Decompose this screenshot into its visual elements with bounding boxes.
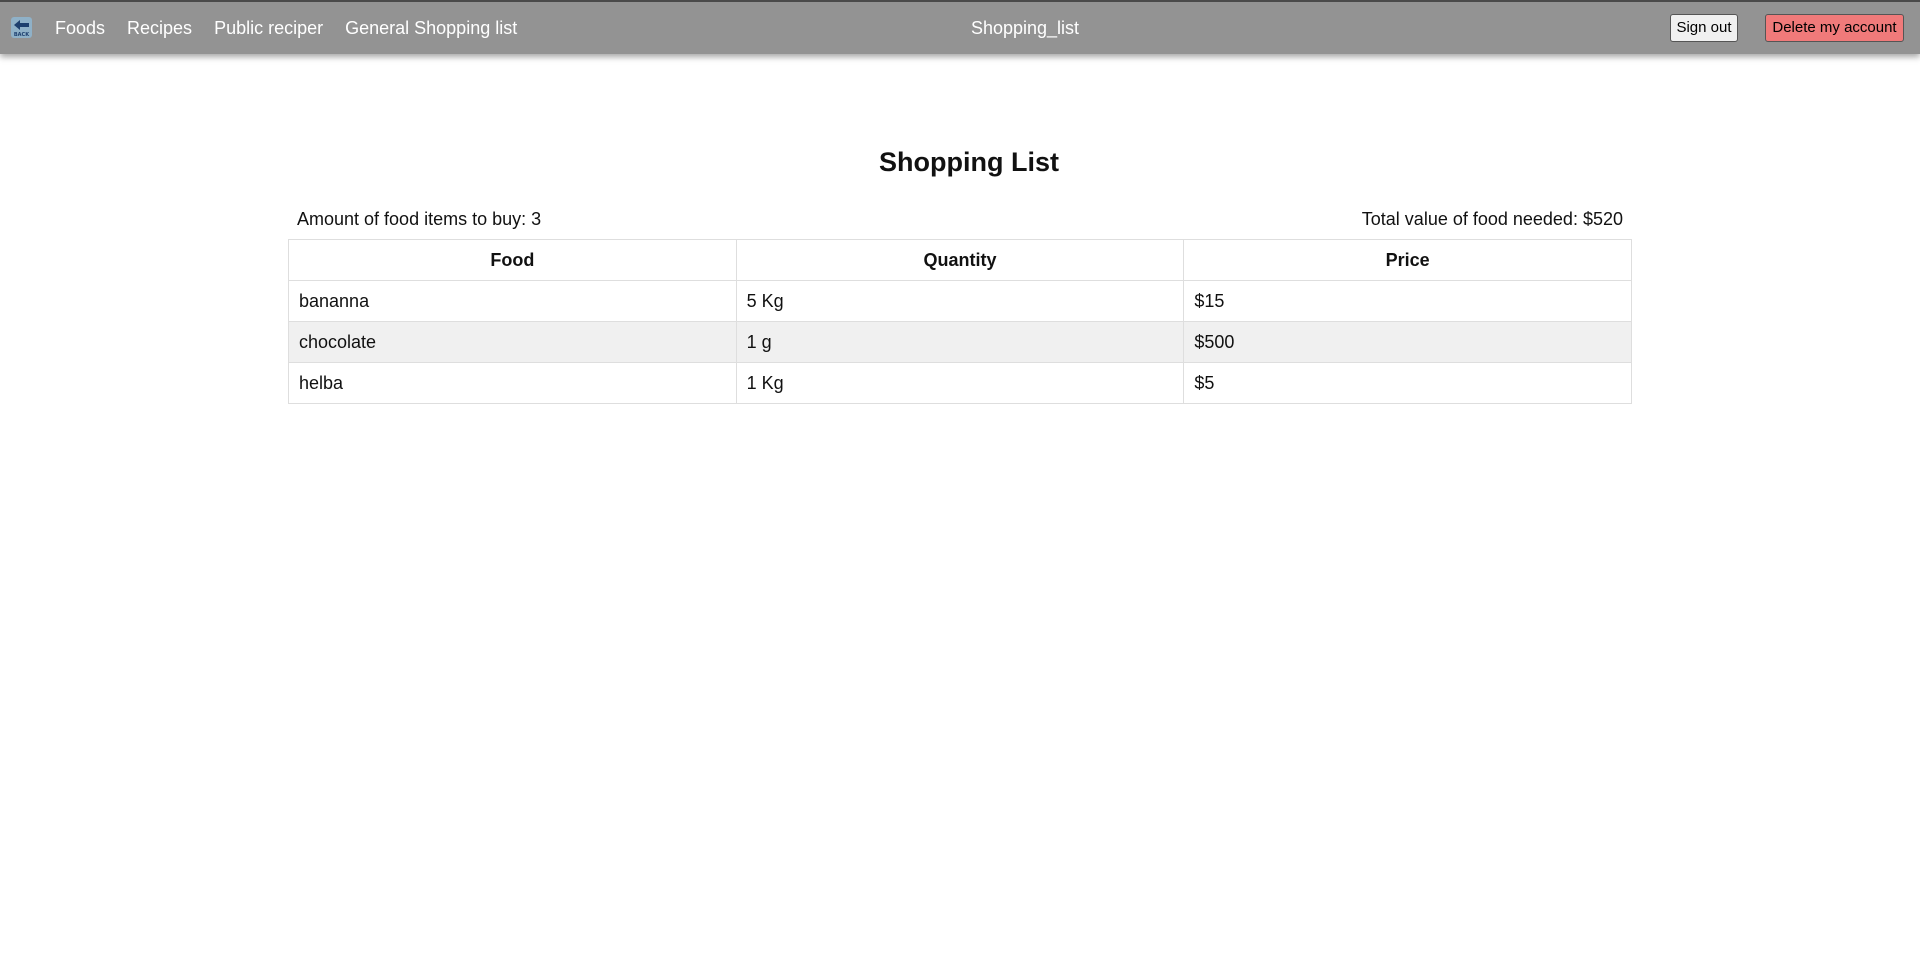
food-cell: bananna <box>288 280 737 322</box>
quantity-cell: 1 g <box>735 321 1185 363</box>
table-row: chocolate 1 g $500 <box>288 321 1632 363</box>
total-value-text: Total value of food needed: $520 <box>1361 209 1623 229</box>
column-header-quantity: Quantity <box>735 239 1185 281</box>
back-icon-label: BACK <box>14 32 30 38</box>
quantity-cell: 5 Kg <box>735 280 1185 322</box>
top-navbar: BACK Foods Recipes Public reciper Genera… <box>0 0 1920 54</box>
nav-link-recipes[interactable]: Recipes <box>127 18 192 39</box>
nav-link-public-recipes[interactable]: Public reciper <box>214 18 323 39</box>
food-cell: helba <box>288 362 737 404</box>
column-header-food: Food <box>288 239 737 281</box>
items-count-text: Amount of food items to buy: 3 <box>297 209 542 229</box>
price-cell: $500 <box>1183 321 1632 363</box>
shopping-list-heading: Shopping List <box>879 147 1059 177</box>
nav-link-general-shopping-list[interactable]: General Shopping list <box>345 18 517 39</box>
quantity-cell: 1 Kg <box>735 362 1185 404</box>
delete-account-button[interactable]: Delete my account <box>1765 14 1904 42</box>
shopping-list-table: Food Quantity Price bananna 5 Kg $15 cho… <box>288 239 1632 404</box>
food-cell: chocolate <box>288 321 737 363</box>
summary-row: Amount of food items to buy: 3 Total val… <box>288 209 1632 231</box>
nav-links: Foods Recipes Public reciper General Sho… <box>55 2 539 54</box>
table-row: bananna 5 Kg $15 <box>288 280 1632 322</box>
nav-link-foods[interactable]: Foods <box>55 18 105 39</box>
table-row: helba 1 Kg $5 <box>288 362 1632 404</box>
sign-out-button[interactable]: Sign out <box>1670 14 1738 42</box>
price-cell: $5 <box>1183 362 1632 404</box>
back-arrow-icon[interactable]: BACK <box>11 17 32 38</box>
table-header-row: Food Quantity Price <box>288 239 1632 281</box>
price-cell: $15 <box>1183 280 1632 322</box>
column-header-price: Price <box>1183 239 1632 281</box>
